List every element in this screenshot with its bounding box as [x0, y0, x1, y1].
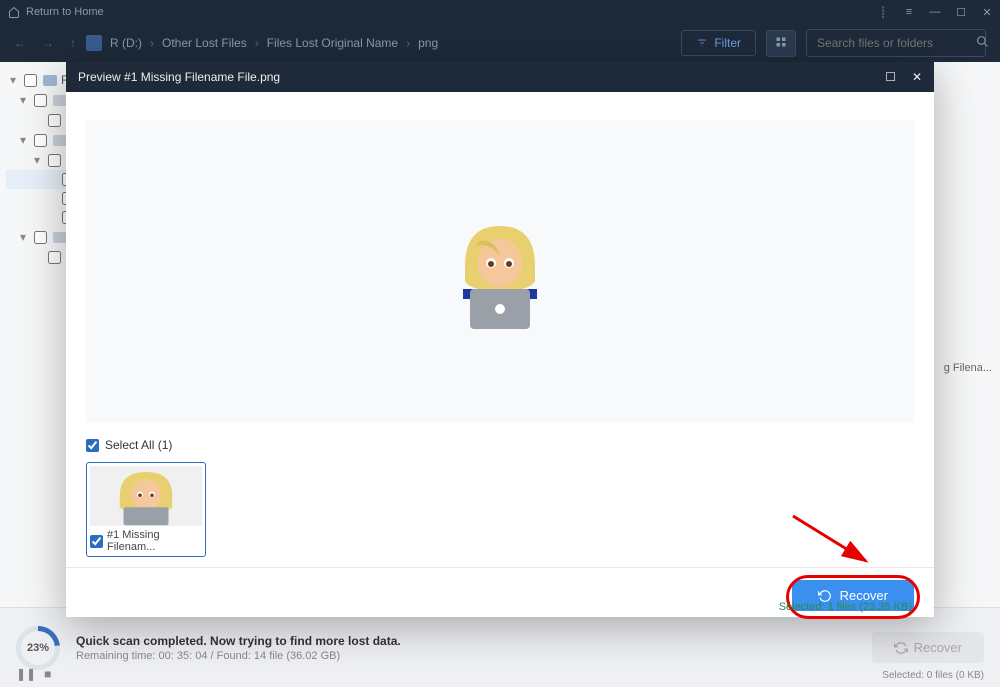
- close-icon[interactable]: ✕: [912, 70, 922, 84]
- home-icon[interactable]: [8, 6, 20, 18]
- chevron-right-icon: ›: [406, 36, 410, 50]
- filter-button[interactable]: Filter: [681, 30, 756, 56]
- bc-0[interactable]: R (D:): [110, 36, 142, 50]
- view-grid-button[interactable]: [766, 30, 796, 57]
- modal-title: Preview #1 Missing Filename File.png: [78, 70, 869, 84]
- preview-image: [445, 211, 555, 331]
- drive-icon: [86, 35, 102, 51]
- checkbox[interactable]: [48, 251, 61, 264]
- peek-filename: g Filena...: [944, 362, 992, 374]
- menu-icon[interactable]: ≡: [904, 7, 914, 17]
- separator-icon: ┊: [878, 7, 888, 17]
- stop-icon[interactable]: ■: [44, 667, 51, 681]
- thumbnail-item[interactable]: #1 Missing Filenam...: [86, 462, 206, 557]
- status-line2: Remaining time: 00: 35: 04 / Found: 14 f…: [76, 650, 856, 662]
- folder-icon: [53, 135, 67, 146]
- chevron-right-icon: ›: [255, 36, 259, 50]
- selected-summary: Selected: 0 files (0 KB): [882, 670, 984, 681]
- recover-label: Recover: [914, 640, 962, 655]
- up-icon[interactable]: ↑: [70, 36, 76, 50]
- select-all-label: Select All (1): [105, 438, 172, 452]
- back-icon[interactable]: ←: [14, 36, 26, 50]
- pause-icon[interactable]: ❚❚: [16, 667, 36, 681]
- close-icon[interactable]: ✕: [982, 7, 992, 17]
- select-all-row[interactable]: Select All (1): [66, 432, 934, 458]
- checkbox[interactable]: [34, 231, 47, 244]
- thumbnail-image: [90, 466, 202, 526]
- folder-icon: [53, 95, 67, 106]
- maximize-icon[interactable]: ☐: [956, 7, 966, 17]
- maximize-icon[interactable]: ☐: [885, 70, 896, 84]
- chevron-right-icon: ›: [150, 36, 154, 50]
- search-input[interactable]: [817, 36, 972, 50]
- status-text: Quick scan completed. Now trying to find…: [76, 634, 856, 662]
- thumbnail-caption-row: #1 Missing Filenam...: [90, 526, 202, 553]
- recover-button-disabled: Recover: [872, 632, 984, 663]
- bc-3[interactable]: png: [418, 36, 438, 50]
- modal-selected-info: Selected: 1 files (23.35 KB): [779, 601, 912, 613]
- forward-icon[interactable]: →: [42, 36, 54, 50]
- thumbnail-strip: #1 Missing Filenam...: [66, 458, 934, 568]
- status-line1: Quick scan completed. Now trying to find…: [76, 634, 856, 648]
- bc-2[interactable]: Files Lost Original Name: [267, 36, 398, 50]
- status-bar: 23% Quick scan completed. Now trying to …: [0, 607, 1000, 687]
- thumbnail-caption: #1 Missing Filenam...: [107, 529, 202, 553]
- select-all-checkbox[interactable]: [86, 439, 99, 452]
- title-text[interactable]: Return to Home: [26, 6, 878, 18]
- toolbar: ← → ↑ R (D:) › Other Lost Files › Files …: [0, 24, 1000, 62]
- scan-controls: ❚❚ ■: [16, 667, 51, 681]
- bc-1[interactable]: Other Lost Files: [162, 36, 247, 50]
- checkbox[interactable]: [34, 94, 47, 107]
- minimize-icon[interactable]: —: [930, 7, 940, 17]
- thumbnail-checkbox[interactable]: [90, 535, 103, 548]
- window-controls: ┊ ≡ — ☐ ✕: [878, 7, 992, 17]
- preview-area: [86, 120, 914, 422]
- checkbox[interactable]: [48, 154, 61, 167]
- title-bar: Return to Home ┊ ≡ — ☐ ✕: [0, 0, 1000, 24]
- progress-value: 23%: [21, 631, 55, 665]
- search-box[interactable]: [806, 29, 986, 57]
- breadcrumb: R (D:) › Other Lost Files › Files Lost O…: [86, 35, 671, 51]
- nav-arrows: ← → ↑: [14, 36, 76, 50]
- progress-ring: 23%: [16, 626, 60, 670]
- folder-icon: [53, 232, 67, 243]
- filter-label: Filter: [714, 36, 741, 50]
- modal-header: Preview #1 Missing Filename File.png ☐ ✕: [66, 62, 934, 92]
- checkbox[interactable]: [34, 134, 47, 147]
- checkbox[interactable]: [48, 114, 61, 127]
- search-icon[interactable]: [976, 35, 989, 51]
- checkbox[interactable]: [24, 74, 37, 87]
- preview-modal: Preview #1 Missing Filename File.png ☐ ✕…: [66, 62, 934, 617]
- drive-icon: [43, 75, 57, 86]
